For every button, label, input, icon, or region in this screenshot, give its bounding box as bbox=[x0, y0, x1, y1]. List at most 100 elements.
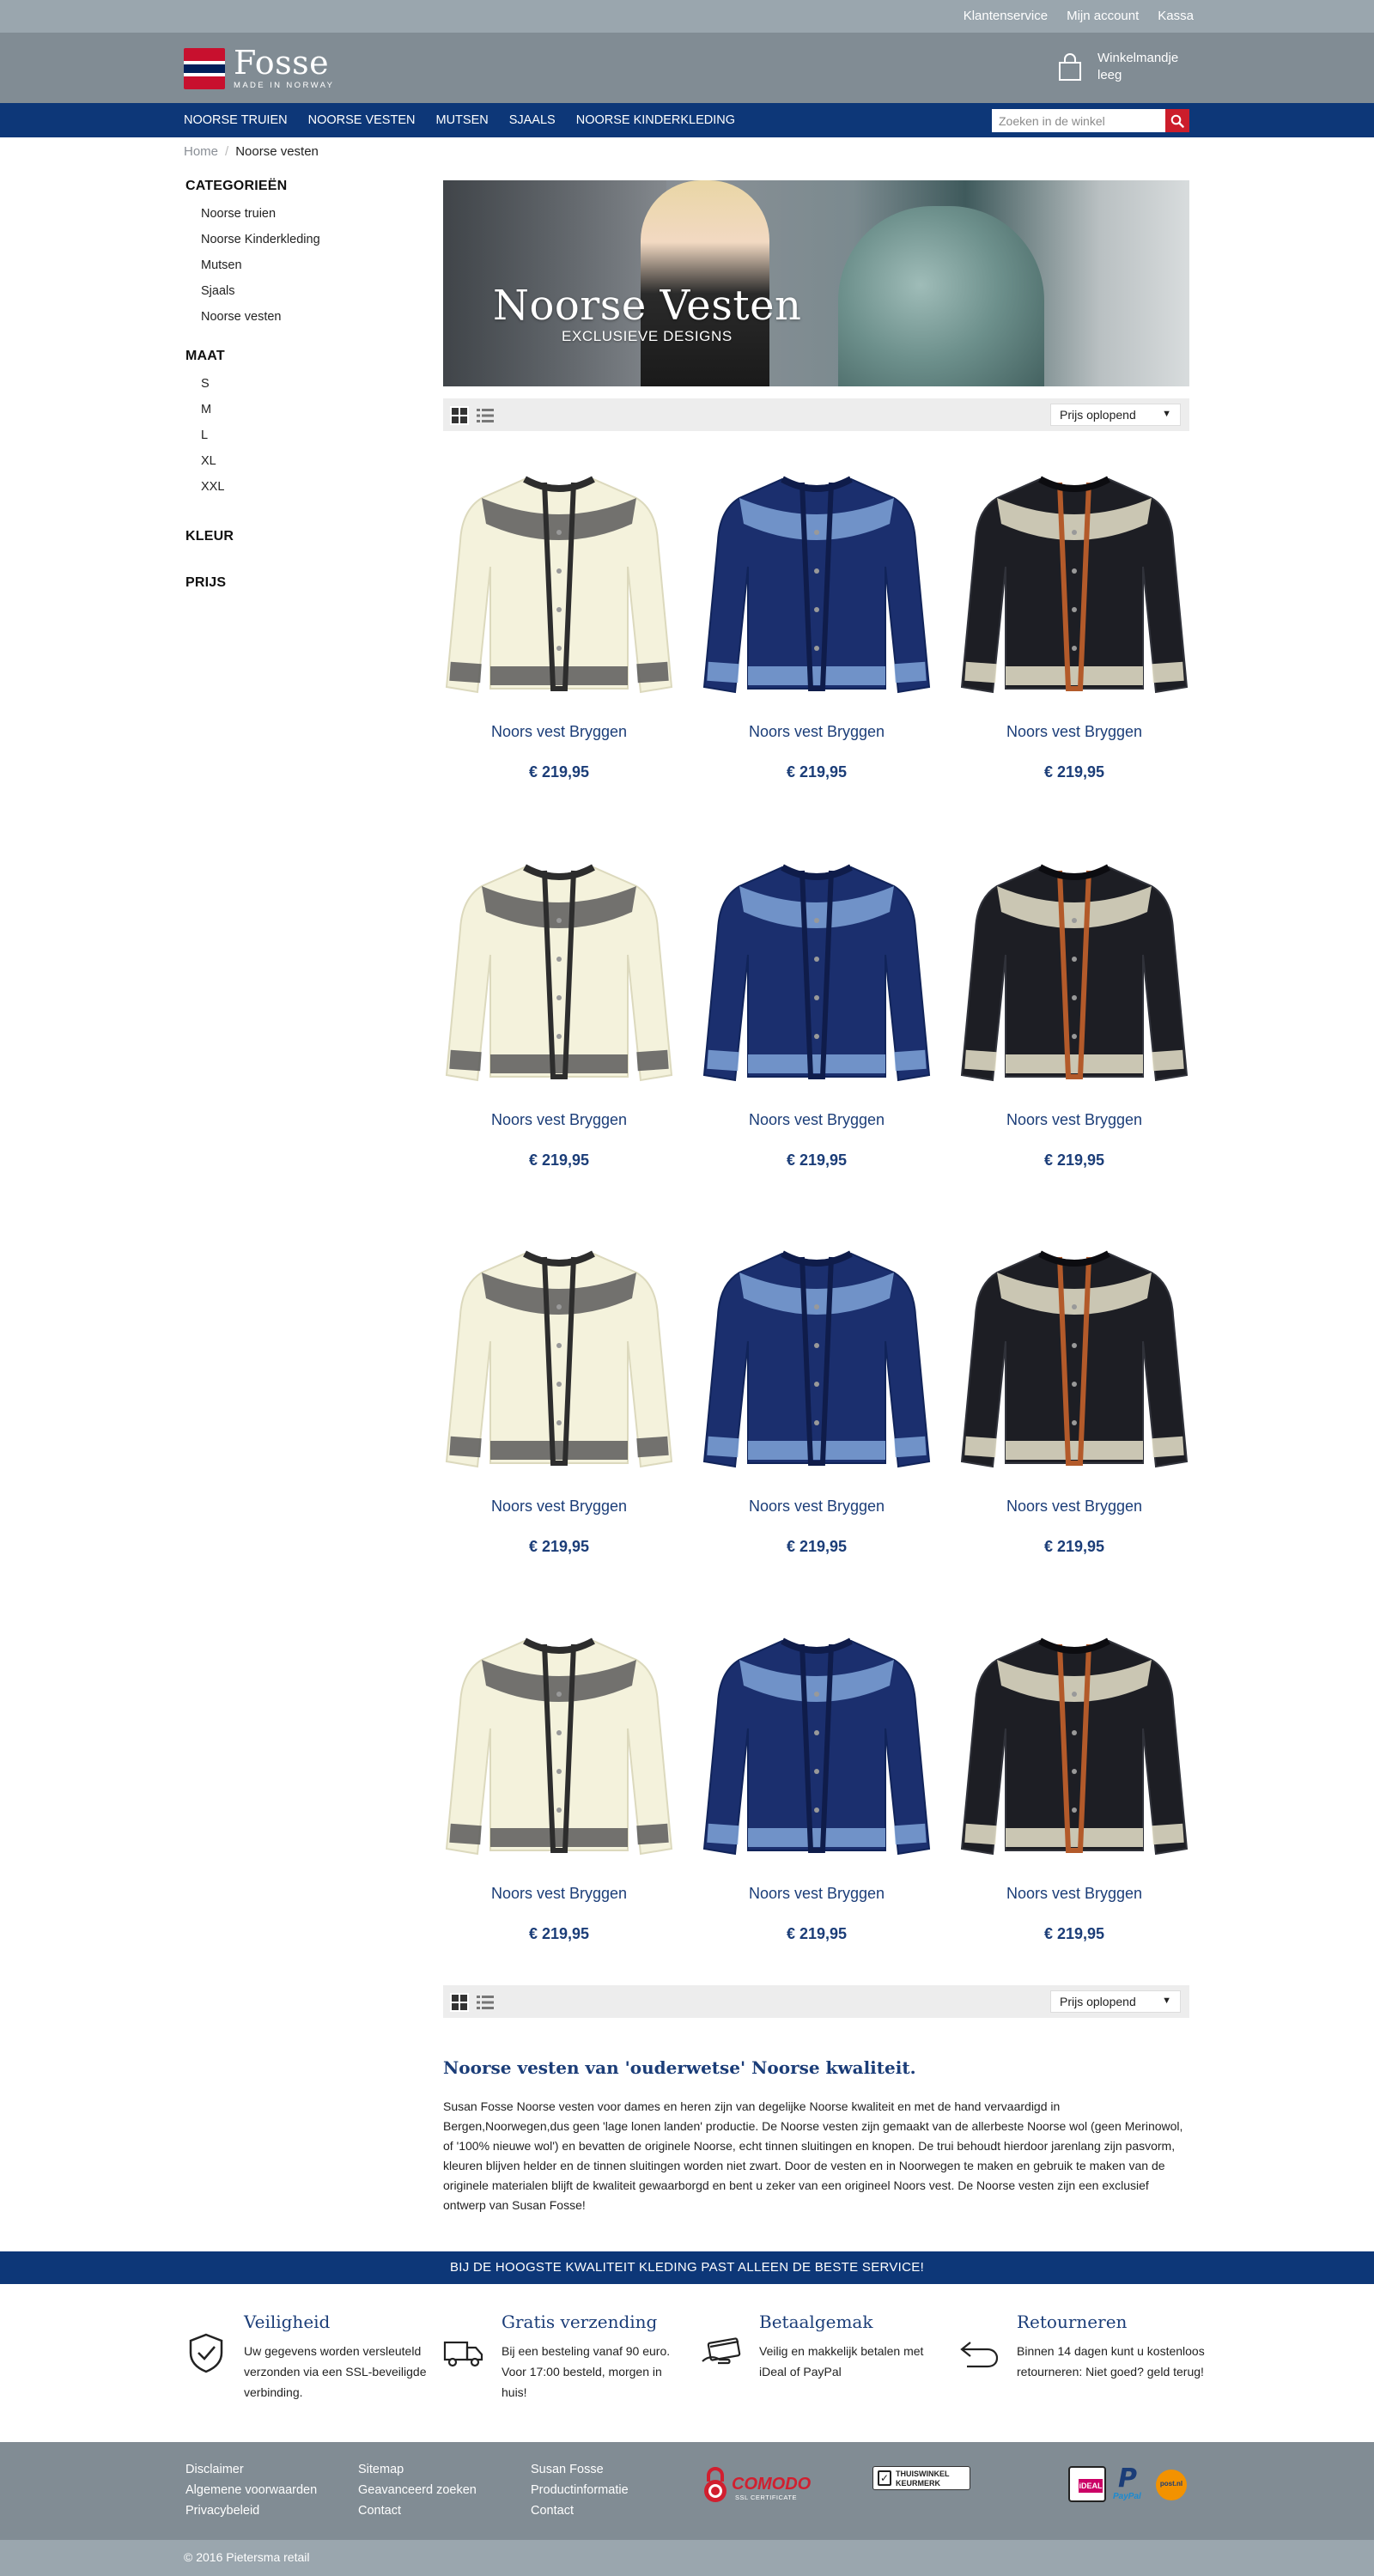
product-image[interactable] bbox=[443, 1625, 675, 1866]
product-card[interactable]: Noors vest Bryggen € 219,95 bbox=[443, 1625, 675, 1943]
product-card[interactable]: Noors vest Bryggen € 219,95 bbox=[958, 464, 1190, 781]
thuiswinkel-keurmerk-badge[interactable]: ✓ THUISWINKEL KEURMERK bbox=[872, 2466, 970, 2490]
product-name[interactable]: Noors vest Bryggen bbox=[701, 723, 933, 741]
footer-link-sitemap[interactable]: Sitemap bbox=[358, 2463, 404, 2476]
product-name[interactable]: Noors vest Bryggen bbox=[701, 1498, 933, 1516]
product-price: € 219,95 bbox=[528, 1925, 590, 1942]
sort-select[interactable]: Prijs oplopend ▼ bbox=[1050, 1990, 1181, 2013]
size-option-s[interactable]: S bbox=[201, 377, 210, 391]
product-card[interactable]: Noors vest Bryggen € 219,95 bbox=[701, 1238, 933, 1556]
nav-item-mutsen[interactable]: MUTSEN bbox=[435, 113, 488, 127]
category-sjaals[interactable]: Sjaals bbox=[201, 284, 235, 298]
size-option-xxl[interactable]: XXL bbox=[201, 480, 224, 494]
footer-link-terms[interactable]: Algemene voorwaarden bbox=[185, 2483, 317, 2497]
search-button[interactable] bbox=[1165, 109, 1189, 132]
product-image[interactable] bbox=[701, 464, 933, 704]
product-name[interactable]: Noors vest Bryggen bbox=[443, 723, 675, 741]
my-account-link[interactable]: Mijn account bbox=[1067, 9, 1139, 23]
footer-link-product-info[interactable]: Productinformatie bbox=[531, 2483, 629, 2497]
product-card[interactable]: Noors vest Bryggen € 219,95 bbox=[701, 852, 933, 1170]
product-card[interactable]: Noors vest Bryggen € 219,95 bbox=[443, 464, 675, 781]
category-mutsen[interactable]: Mutsen bbox=[201, 258, 242, 272]
shopping-bag-icon bbox=[1059, 53, 1081, 81]
product-image[interactable] bbox=[443, 852, 675, 1092]
product-name[interactable]: Noors vest Bryggen bbox=[958, 1498, 1190, 1516]
product-name[interactable]: Noors vest Bryggen bbox=[958, 723, 1190, 741]
price-filter-title[interactable]: PRIJS bbox=[185, 575, 426, 591]
category-noorse-truien[interactable]: Noorse truien bbox=[201, 207, 276, 221]
product-price: € 219,95 bbox=[528, 763, 590, 781]
usp-text: Binnen 14 dagen kunt u kostenloos retour… bbox=[1017, 2344, 1205, 2379]
product-price: € 219,95 bbox=[1043, 763, 1105, 781]
product-image[interactable] bbox=[958, 464, 1190, 704]
cart-status: leeg bbox=[1097, 68, 1122, 82]
product-name[interactable]: Noors vest Bryggen bbox=[443, 1111, 675, 1129]
comodo-name: COMODO bbox=[732, 2475, 812, 2494]
postnl-label: post.nl bbox=[1159, 2480, 1183, 2488]
product-card[interactable]: Noors vest Bryggen € 219,95 bbox=[443, 852, 675, 1170]
product-image[interactable] bbox=[958, 1625, 1190, 1866]
product-name[interactable]: Noors vest Bryggen bbox=[701, 1111, 933, 1129]
footer-link-contact[interactable]: Contact bbox=[358, 2504, 401, 2518]
product-price: € 219,95 bbox=[1043, 1925, 1105, 1942]
norway-flag-icon bbox=[184, 47, 225, 89]
product-image[interactable] bbox=[701, 1625, 933, 1866]
footer-link-advanced-search[interactable]: Geavanceerd zoeken bbox=[358, 2483, 477, 2497]
product-image[interactable] bbox=[701, 1238, 933, 1479]
grid-view-icon[interactable] bbox=[450, 406, 469, 425]
search-input[interactable] bbox=[992, 109, 1165, 132]
truck-icon bbox=[443, 2341, 483, 2367]
product-image[interactable] bbox=[958, 852, 1190, 1092]
product-name[interactable]: Noors vest Bryggen bbox=[701, 1885, 933, 1903]
footer-link-privacy[interactable]: Privacybeleid bbox=[185, 2504, 259, 2518]
product-card[interactable]: Noors vest Bryggen € 219,95 bbox=[958, 1625, 1190, 1943]
product-name[interactable]: Noors vest Bryggen bbox=[443, 1498, 675, 1516]
size-option-xl[interactable]: XL bbox=[201, 454, 216, 468]
product-card[interactable]: Noors vest Bryggen € 219,95 bbox=[443, 1238, 675, 1556]
breadcrumb: Home / Noorse vesten bbox=[184, 144, 319, 159]
ideal-logo: iDEAL bbox=[1068, 2466, 1106, 2502]
grid-view-icon[interactable] bbox=[450, 1993, 469, 2012]
color-filter-title[interactable]: KLEUR bbox=[185, 529, 426, 544]
nav-item-kinderkleding[interactable]: NOORSE KINDERKLEDING bbox=[576, 113, 735, 127]
product-image[interactable] bbox=[443, 1238, 675, 1479]
product-card[interactable]: Noors vest Bryggen € 219,95 bbox=[958, 1238, 1190, 1556]
nav-item-sjaals[interactable]: SJAALS bbox=[509, 113, 556, 127]
product-card[interactable]: Noors vest Bryggen € 219,95 bbox=[701, 1625, 933, 1943]
product-image[interactable] bbox=[443, 464, 675, 704]
shopping-cart[interactable]: Winkelmandje leeg bbox=[1055, 50, 1178, 84]
product-name[interactable]: Noors vest Bryggen bbox=[958, 1111, 1190, 1129]
list-view-icon[interactable] bbox=[476, 1993, 495, 2012]
nav-item-noorse-truien[interactable]: NOORSE TRUIEN bbox=[184, 113, 288, 127]
category-noorse-vesten[interactable]: Noorse vesten bbox=[201, 310, 282, 324]
size-option-l[interactable]: L bbox=[201, 428, 208, 442]
sort-select[interactable]: Prijs oplopend ▼ bbox=[1050, 404, 1181, 426]
product-image[interactable] bbox=[958, 1238, 1190, 1479]
checkout-link[interactable]: Kassa bbox=[1158, 9, 1194, 23]
footer-link-contact[interactable]: Contact bbox=[531, 2504, 574, 2518]
list-view-icon[interactable] bbox=[476, 406, 495, 425]
service-banner: BIJ DE HOOGSTE KWALITEIT KLEDING PAST AL… bbox=[0, 2251, 1374, 2284]
footer-link-disclaimer[interactable]: Disclaimer bbox=[185, 2463, 244, 2476]
category-description-title: Noorse vesten van 'ouderwetse' Noorse kw… bbox=[443, 2057, 916, 2078]
nav-item-noorse-vesten[interactable]: NOORSE VESTEN bbox=[308, 113, 416, 127]
footer-link-susan-fosse[interactable]: Susan Fosse bbox=[531, 2463, 604, 2476]
product-name[interactable]: Noors vest Bryggen bbox=[958, 1885, 1190, 1903]
size-filter-title[interactable]: MAAT bbox=[185, 349, 426, 364]
product-image[interactable] bbox=[701, 852, 933, 1092]
product-card[interactable]: Noors vest Bryggen € 219,95 bbox=[701, 464, 933, 781]
paypal-label: PayPal bbox=[1113, 2492, 1141, 2501]
copyright-text: © 2016 Pietersma retail bbox=[184, 2550, 310, 2564]
comodo-ssl-badge[interactable]: COMODO SSL CERTIFICATE bbox=[701, 2466, 817, 2506]
search-box bbox=[992, 109, 1189, 132]
top-utility-bar: Klantenservice Mijn account Kassa bbox=[0, 0, 1374, 33]
customer-service-link[interactable]: Klantenservice bbox=[964, 9, 1048, 23]
footer-column-1: Disclaimer Algemene voorwaarden Privacyb… bbox=[185, 2459, 317, 2521]
product-name[interactable]: Noors vest Bryggen bbox=[443, 1885, 675, 1903]
product-card[interactable]: Noors vest Bryggen € 219,95 bbox=[958, 852, 1190, 1170]
site-logo[interactable]: Fosse MADE IN NORWAY bbox=[184, 46, 334, 90]
category-kinderkleding[interactable]: Noorse Kinderkleding bbox=[201, 233, 320, 246]
product-price: € 219,95 bbox=[1043, 1538, 1105, 1555]
size-option-m[interactable]: M bbox=[201, 403, 211, 416]
breadcrumb-home[interactable]: Home bbox=[184, 144, 218, 159]
